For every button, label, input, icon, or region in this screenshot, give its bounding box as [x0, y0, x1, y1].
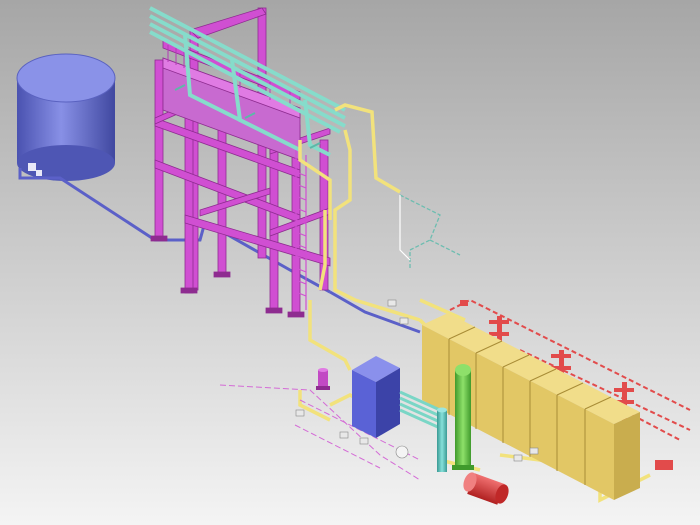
teal-column-icon — [437, 407, 447, 472]
blue-vessel-icon — [352, 356, 400, 438]
green-column-icon — [452, 364, 474, 470]
plant-3d-view — [0, 0, 700, 525]
storage-tank-icon — [16, 53, 116, 181]
pump-icon — [316, 368, 330, 390]
plant-model-canvas — [0, 0, 700, 525]
